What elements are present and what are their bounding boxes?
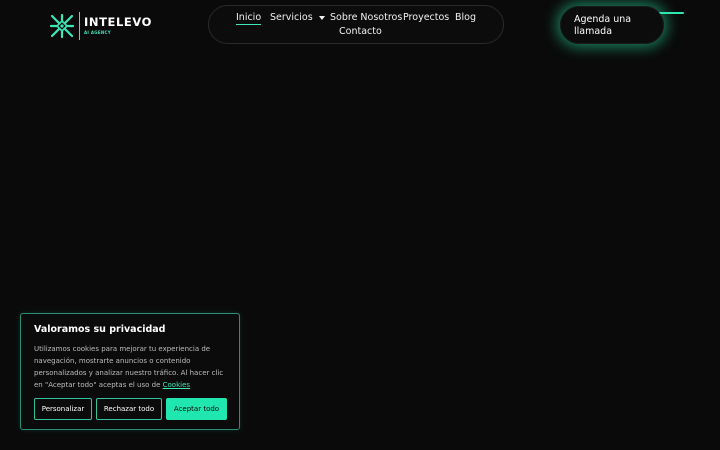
cookie-buttons: Personalizar Rechazar todo Aceptar todo — [34, 398, 227, 420]
brand-logo[interactable]: INTELEVO AI AGENCY — [48, 10, 152, 42]
logo-text: INTELEVO AI AGENCY — [84, 17, 152, 35]
brand-name: INTELEVO — [84, 15, 153, 30]
brand-mark-icon — [49, 13, 75, 39]
nav-item-inicio[interactable]: Inicio — [236, 12, 262, 25]
main-nav: Inicio Servicios Sobre Nosotros Proyecto… — [208, 5, 504, 44]
schedule-call-button[interactable]: Agenda una llamada — [560, 6, 664, 44]
customize-button[interactable]: Personalizar — [34, 398, 92, 420]
cta-line-1: Agenda una — [574, 14, 632, 25]
nav-item-servicios[interactable]: Servicios — [270, 12, 325, 23]
cookie-body: Utilizamos cookies para mejorar tu exper… — [34, 345, 224, 389]
logo-divider — [79, 12, 80, 40]
nav-item-servicios-label: Servicios — [270, 12, 313, 23]
nav-item-proyectos[interactable]: Proyectos — [403, 12, 449, 23]
cta-line-2: llamada — [574, 26, 613, 37]
cookie-policy-link[interactable]: Cookies — [163, 381, 190, 389]
nav-item-contacto[interactable]: Contacto — [339, 26, 382, 37]
accept-all-button[interactable]: Aceptar todo — [166, 398, 227, 420]
cookie-title: Valoramos su privacidad — [34, 324, 166, 335]
nav-item-sobre-nosotros[interactable]: Sobre Nosotros — [330, 12, 402, 23]
nav-item-blog[interactable]: Blog — [455, 12, 476, 23]
reject-all-button[interactable]: Rechazar todo — [96, 398, 162, 420]
cta-wrapper: Agenda una llamada — [560, 6, 684, 44]
page: INTELEVO AI AGENCY Inicio Servicios Sobr… — [0, 0, 720, 450]
cookie-banner: Valoramos su privacidad Utilizamos cooki… — [20, 313, 240, 430]
brand-tagline: AI AGENCY — [84, 29, 111, 35]
cookie-text: Utilizamos cookies para mejorar tu exper… — [34, 343, 230, 391]
chevron-down-icon — [318, 15, 325, 20]
